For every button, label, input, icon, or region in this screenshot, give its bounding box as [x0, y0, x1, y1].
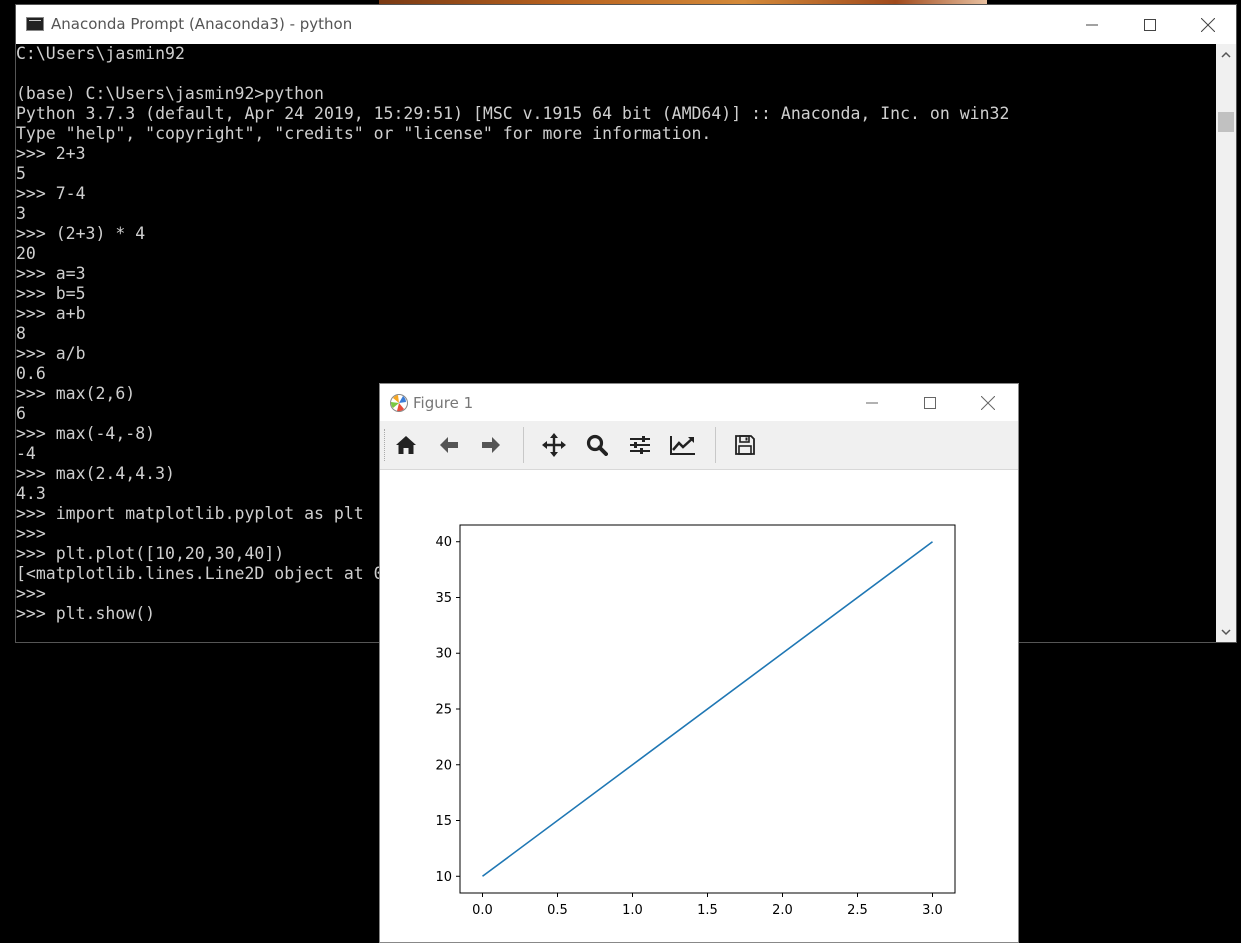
move-icon [542, 433, 566, 457]
close-icon [1201, 17, 1215, 32]
back-button[interactable] [430, 426, 468, 464]
x-tick-label: 2.5 [847, 903, 868, 918]
toolbar-separator [523, 427, 524, 463]
close-button[interactable] [1179, 5, 1237, 44]
subplots-button[interactable] [621, 426, 659, 464]
plot-canvas[interactable]: 0.0 0.5 1.0 1.5 2.0 2.5 3.0 10 15 20 25 30 35 40 [380, 470, 1018, 942]
console-line: Python 3.7.3 (default, Apr 24 2019, 15:2… [16, 104, 1010, 123]
forward-button[interactable] [472, 426, 510, 464]
y-tick-label: 30 [435, 647, 452, 662]
console-line: >>> b=5 [16, 284, 86, 303]
x-tick-label: 3.0 [922, 903, 943, 918]
console-titlebar[interactable]: Anaconda Prompt (Anaconda3) - python [16, 5, 1236, 44]
console-line: (base) C:\Users\jasmin92>python [16, 84, 324, 103]
line-chart: 0.0 0.5 1.0 1.5 2.0 2.5 3.0 10 15 20 25 30 35 40 [435, 524, 956, 918]
console-line: >>> a+b [16, 304, 86, 323]
chevron-down-icon [1221, 628, 1231, 635]
y-tick-label: 35 [435, 591, 452, 606]
scroll-down-button[interactable] [1216, 622, 1236, 642]
arrow-left-icon [440, 437, 458, 453]
terminal-icon [26, 17, 44, 31]
figure-maximize-button[interactable] [901, 384, 959, 421]
maximize-icon [924, 396, 936, 409]
y-tick-label: 40 [435, 535, 452, 550]
y-tick-label: 10 [435, 870, 452, 885]
zoom-button[interactable] [578, 426, 616, 464]
console-line: >>> a=3 [16, 264, 86, 283]
pan-button[interactable] [535, 426, 573, 464]
arrow-right-icon [482, 437, 500, 453]
console-line: 8 [16, 324, 26, 343]
y-tick-label: 15 [435, 814, 452, 829]
figure-toolbar [380, 421, 1018, 470]
console-line: >>> a/b [16, 344, 86, 363]
x-tick-label: 1.0 [622, 903, 643, 918]
figure-minimize-button[interactable] [843, 384, 901, 421]
figure-close-button[interactable] [959, 384, 1017, 421]
scroll-thumb[interactable] [1218, 112, 1234, 132]
x-tick-label: 1.5 [697, 903, 718, 918]
scroll-up-button[interactable] [1216, 44, 1236, 64]
console-line: 20 [16, 244, 36, 263]
console-line: 5 [16, 164, 26, 183]
y-tick-label: 20 [435, 758, 452, 773]
console-title: Anaconda Prompt (Anaconda3) - python [51, 15, 353, 33]
console-line: >>> (2+3) * 4 [16, 224, 146, 243]
maximize-icon [1144, 18, 1156, 31]
zoom-icon [586, 434, 608, 456]
minimize-button[interactable] [1063, 5, 1121, 44]
chevron-up-icon [1221, 51, 1231, 58]
console-line: >>> 7-4 [16, 184, 86, 203]
customize-button[interactable] [664, 426, 702, 464]
console-line: >>> 2+3 [16, 144, 86, 163]
home-icon [396, 436, 416, 454]
save-icon [735, 435, 755, 455]
x-tick-label: 0.0 [472, 903, 493, 918]
console-line: 0.6 [16, 364, 46, 383]
console-line: Type "help", "copyright", "credits" or "… [16, 124, 712, 143]
sliders-icon [630, 436, 650, 454]
x-tick-label: 0.5 [547, 903, 568, 918]
line-chart-icon [670, 436, 695, 455]
console-scrollbar[interactable] [1216, 44, 1236, 642]
figure-window[interactable]: Figure 1 0.0 0.5 1.0 1.5 2.0 2.5 3.0 10 … [379, 383, 1019, 943]
minimize-icon [1086, 24, 1098, 25]
figure-titlebar[interactable]: Figure 1 [380, 384, 1018, 421]
x-tick-label: 2.0 [772, 903, 793, 918]
console-line: 3 [16, 204, 26, 223]
matplotlib-logo-icon [390, 394, 408, 412]
home-button[interactable] [387, 426, 425, 464]
toolbar-separator [715, 427, 716, 463]
console-line: C:\Users\jasmin92 [16, 44, 185, 63]
close-icon [981, 395, 995, 410]
y-tick-label: 25 [435, 703, 452, 718]
maximize-button[interactable] [1121, 5, 1179, 44]
figure-title: Figure 1 [413, 394, 474, 412]
minimize-icon [866, 402, 878, 403]
save-button[interactable] [726, 426, 764, 464]
